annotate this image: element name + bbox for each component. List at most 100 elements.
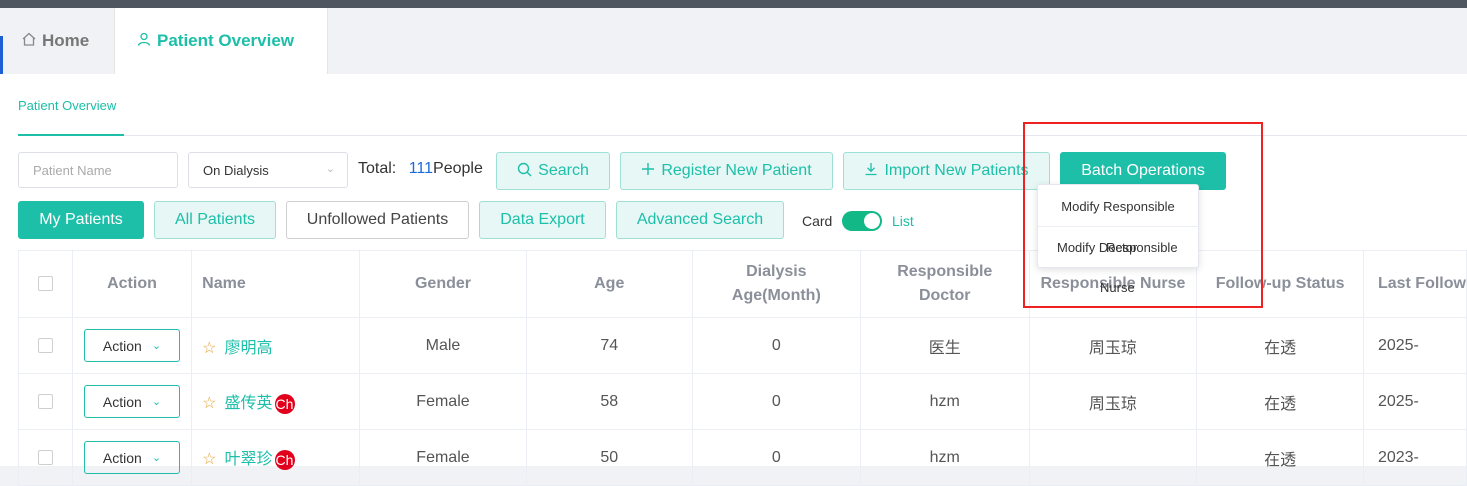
user-icon xyxy=(137,32,151,50)
header-age: Age xyxy=(525,250,693,318)
row-checkbox[interactable] xyxy=(37,449,53,465)
chevron-down-icon: ⌄ xyxy=(325,163,335,175)
dialysis-age-cell: 0 xyxy=(691,317,862,374)
chronic-badge: Ch xyxy=(274,449,295,470)
patient-name-input[interactable]: Patient Name xyxy=(18,152,178,188)
header-action: Action xyxy=(71,250,193,318)
age-cell: 58 xyxy=(525,373,693,430)
header-gender: Gender xyxy=(359,250,527,318)
doctor-cell: hzm xyxy=(860,373,1030,430)
advanced-search-button[interactable]: Advanced Search xyxy=(616,201,784,239)
data-export-button[interactable]: Data Export xyxy=(479,201,606,239)
row-action-button[interactable]: Action ⌄ xyxy=(83,329,180,362)
toggle-knob xyxy=(864,213,880,229)
unfollowed-patients-button[interactable]: Unfollowed Patients xyxy=(286,201,469,239)
last-follow-cell: 2025- xyxy=(1362,373,1467,430)
register-new-patient-button[interactable]: Register New Patient xyxy=(620,152,833,190)
header-last-follow: Last Follow xyxy=(1362,250,1467,318)
unfollowed-patients-label: Unfollowed Patients xyxy=(306,211,449,228)
tab-bar: Home Patient Overview xyxy=(0,8,1467,74)
advanced-search-label: Advanced Search xyxy=(636,211,764,228)
top-bar xyxy=(0,0,1467,8)
all-patients-label: All Patients xyxy=(174,211,256,228)
tab-patient-overview-label: Patient Overview xyxy=(157,31,295,50)
doctor-cell: 医生 xyxy=(860,317,1030,374)
table-header-row: Action Name Gender Age Dialysis Age(Mont… xyxy=(18,250,1467,318)
status-cell: 在透 xyxy=(1196,373,1364,430)
house-icon xyxy=(22,32,36,50)
status-cell: 在透 xyxy=(1196,317,1364,374)
row-checkbox[interactable] xyxy=(37,393,53,409)
patient-name-placeholder: Patient Name xyxy=(33,162,112,178)
menu-divider xyxy=(1038,226,1198,227)
total-suffix: People xyxy=(433,160,483,177)
row-action-button[interactable]: Action ⌄ xyxy=(83,441,180,474)
subtab-patient-overview[interactable]: Patient Overview xyxy=(18,98,116,113)
patient-table: Action Name Gender Age Dialysis Age(Mont… xyxy=(18,250,1467,486)
batch-operations-menu: Modify Responsible Modify Doctor Respons… xyxy=(1037,184,1199,295)
row-action-label: Action xyxy=(102,449,142,466)
nurse-cell: 周玉琼 xyxy=(1028,317,1198,374)
chronic-badge: Ch xyxy=(274,393,295,414)
patient-name-link[interactable]: 廖明高 xyxy=(224,340,272,357)
header-responsible-doctor: Responsible Doctor xyxy=(860,250,1030,318)
table-row[interactable]: Action ⌄ ☆ 叶翠珍 Ch Female 50 0 hzm 在透 2023- xyxy=(18,429,1467,486)
view-toggle[interactable] xyxy=(842,211,882,231)
menu-item-nurse[interactable]: Nurse xyxy=(1100,280,1135,295)
select-all-checkbox[interactable] xyxy=(37,276,53,292)
search-icon xyxy=(517,162,532,181)
all-patients-button[interactable]: All Patients xyxy=(154,201,276,239)
star-icon[interactable]: ☆ xyxy=(202,395,216,412)
star-icon[interactable]: ☆ xyxy=(202,340,216,357)
select-all-cell[interactable] xyxy=(18,250,73,318)
row-action-label: Action xyxy=(102,393,142,410)
menu-item-responsible[interactable]: Responsible xyxy=(1106,240,1178,255)
table-row[interactable]: Action ⌄ ☆ 廖明高 Male 74 0 医生 周玉琼 在透 2025- xyxy=(18,317,1467,374)
download-icon xyxy=(864,162,878,180)
batch-button-label: Batch Operations xyxy=(1081,162,1205,179)
dialysis-status-select[interactable]: On Dialysis ⌄ xyxy=(188,152,348,188)
header-name: Name xyxy=(191,250,361,318)
main-panel: Patient Overview Patient Name On Dialysi… xyxy=(0,74,1467,486)
tab-home[interactable]: Home xyxy=(8,8,114,74)
header-dialysis-age: Dialysis Age(Month) xyxy=(691,250,862,318)
last-follow-cell: 2025- xyxy=(1362,317,1467,374)
gender-cell: Male xyxy=(359,317,527,374)
total-prefix: Total: xyxy=(358,160,397,177)
patient-name-link[interactable]: 盛传英 xyxy=(224,395,272,412)
row-checkbox[interactable] xyxy=(37,337,53,353)
row-action-label: Action xyxy=(102,337,142,354)
gender-cell: Female xyxy=(359,429,527,486)
doctor-cell: hzm xyxy=(860,429,1030,486)
row-action-button[interactable]: Action ⌄ xyxy=(83,385,180,418)
subtab-divider xyxy=(18,135,1467,136)
import-button-label: Import New Patients xyxy=(884,162,1029,179)
menu-item-modify-responsible[interactable]: Modify Responsible xyxy=(1038,199,1198,214)
total-number: 111 xyxy=(408,160,434,177)
tab-patient-overview[interactable]: Patient Overview xyxy=(114,8,328,74)
my-patients-button[interactable]: My Patients xyxy=(18,201,144,239)
my-patients-label: My Patients xyxy=(39,211,123,228)
header-follow-up-status: Follow-up Status xyxy=(1196,250,1364,318)
dialysis-age-cell: 0 xyxy=(691,373,862,430)
age-cell: 74 xyxy=(525,317,693,374)
gender-cell: Female xyxy=(359,373,527,430)
data-export-label: Data Export xyxy=(500,211,585,228)
last-follow-cell: 2023- xyxy=(1362,429,1467,486)
subtab-active-underline xyxy=(18,134,124,136)
chevron-down-icon: ⌄ xyxy=(151,452,162,464)
table-row[interactable]: Action ⌄ ☆ 盛传英 Ch Female 58 0 hzm 周玉琼 在透 20… xyxy=(18,373,1467,430)
chevron-down-icon: ⌄ xyxy=(151,396,162,408)
list-view-label[interactable]: List xyxy=(892,213,914,229)
status-cell: 在透 xyxy=(1196,429,1364,486)
card-view-label[interactable]: Card xyxy=(802,213,832,229)
search-button[interactable]: Search xyxy=(496,152,610,190)
dialysis-age-cell: 0 xyxy=(691,429,862,486)
nurse-cell xyxy=(1028,429,1198,486)
import-new-patients-button[interactable]: Import New Patients xyxy=(843,152,1050,190)
plus-icon xyxy=(641,162,655,180)
tab-home-label: Home xyxy=(42,31,90,50)
age-cell: 50 xyxy=(525,429,693,486)
nurse-cell: 周玉琼 xyxy=(1028,373,1198,430)
search-button-label: Search xyxy=(538,162,589,179)
